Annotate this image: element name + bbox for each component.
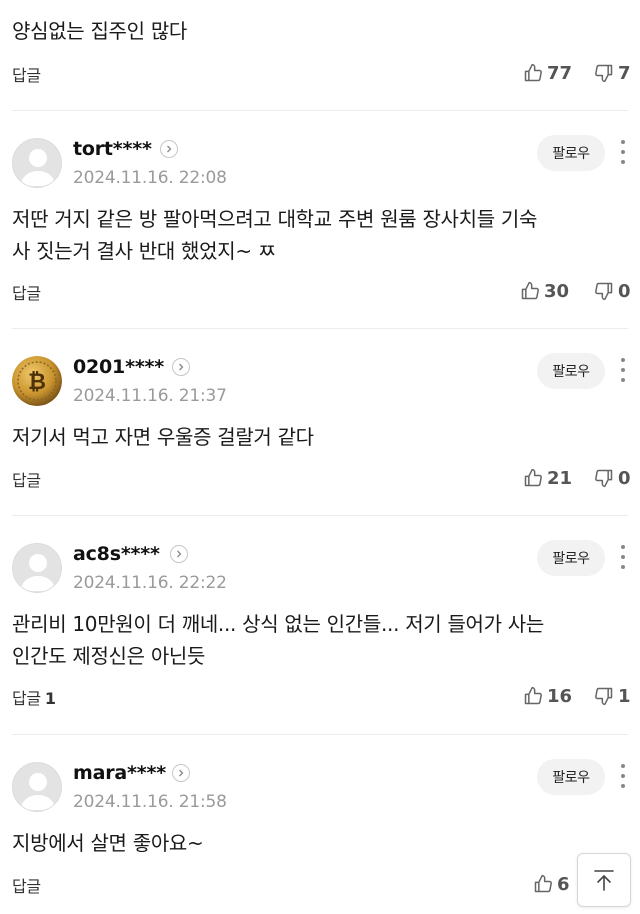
dislike-count: 0	[618, 280, 631, 302]
dislike-button[interactable]: 0	[594, 276, 631, 306]
dislike-count: 1	[618, 685, 631, 707]
username[interactable]: 0201****	[73, 356, 164, 378]
dislike-button[interactable]: 1	[594, 681, 631, 711]
comment-text-line: 사 짓는거 결사 반대 했었지~ ㅉ	[12, 239, 276, 263]
divider	[12, 328, 628, 329]
username[interactable]: mara****	[73, 762, 166, 784]
reply-count: 1	[44, 689, 56, 708]
comment-footer: 답글 6	[0, 869, 640, 899]
more-vertical-icon[interactable]	[616, 356, 630, 384]
bitcoin-icon: ₿	[12, 356, 62, 406]
default-avatar-icon[interactable]	[12, 762, 62, 812]
comment-text: 양심없는 집주인 많다	[12, 19, 188, 43]
thumbs-down-icon	[595, 282, 613, 301]
thumbs-up-icon	[524, 468, 542, 487]
reply-label: 답글	[12, 689, 41, 708]
like-button[interactable]: 77	[523, 58, 572, 88]
default-avatar-icon[interactable]	[12, 543, 62, 593]
reply-label: 답글	[12, 877, 41, 896]
like-button[interactable]: 6	[533, 869, 570, 899]
thumbs-up-icon	[524, 63, 542, 82]
timestamp: 2024.11.16. 22:08	[73, 168, 227, 188]
thumbs-up-icon	[521, 281, 539, 300]
comment-footer: 답글 77 7	[0, 58, 640, 88]
like-count: 30	[544, 280, 570, 302]
dislike-button[interactable]: 0	[594, 463, 631, 493]
more-vertical-icon[interactable]	[616, 543, 630, 571]
reply-label: 답글	[12, 284, 41, 303]
username[interactable]: ac8s****	[73, 543, 160, 565]
thumbs-down-icon	[595, 469, 613, 488]
reply-button[interactable]: 답글	[12, 280, 41, 304]
dislike-count: 0	[618, 467, 631, 489]
like-count: 16	[547, 685, 573, 707]
comment-footer: 답글 1 16 1	[0, 681, 640, 711]
comment-text-line: 지방에서 살면 좋아요~	[12, 831, 204, 855]
follow-button[interactable]: 팔로우	[537, 540, 605, 576]
dislike-count: 7	[618, 62, 631, 84]
comment-text-line: 관리비 10만원이 더 깨네... 상식 없는 인간들... 저기 들어가 사는	[12, 612, 545, 636]
chevron-right-icon[interactable]	[172, 358, 190, 376]
comment-text-line: 저기서 먹고 자면 우울증 걸랄거 같다	[12, 425, 314, 449]
thumbs-down-icon	[595, 687, 613, 706]
like-button[interactable]: 16	[523, 681, 572, 711]
reply-label: 답글	[12, 66, 41, 85]
thumbs-up-icon	[524, 686, 542, 705]
comment-text-line: 저딴 거지 같은 방 팔아먹으려고 대학교 주변 원룸 장사치들 기숙	[12, 207, 538, 231]
chevron-right-icon[interactable]	[172, 764, 190, 782]
thumbs-down-icon	[595, 64, 613, 83]
arrow-up-icon	[594, 870, 614, 891]
comment-text-line: 인간도 제정신은 아닌듯	[12, 644, 206, 668]
like-count: 21	[547, 467, 573, 489]
reply-button[interactable]: 답글	[12, 62, 41, 86]
username[interactable]: tort****	[73, 138, 152, 160]
like-button[interactable]: 21	[523, 463, 572, 493]
follow-button[interactable]: 팔로우	[537, 353, 605, 389]
comment-item: 양심없는 집주인 많다 답글 77 7	[0, 0, 640, 110]
chevron-right-icon[interactable]	[170, 545, 188, 563]
chevron-right-icon[interactable]	[160, 140, 178, 158]
divider	[12, 515, 628, 516]
follow-button[interactable]: 팔로우	[537, 759, 605, 795]
reply-button[interactable]: 답글	[12, 873, 41, 897]
reply-label: 답글	[12, 471, 41, 490]
reply-button[interactable]: 답글	[12, 467, 41, 491]
scroll-top-button[interactable]	[577, 853, 631, 907]
like-count: 77	[547, 62, 573, 84]
reply-button[interactable]: 답글 1	[12, 685, 56, 709]
divider	[12, 110, 628, 111]
like-button[interactable]: 30	[520, 276, 569, 306]
comment-footer: 답글 30 0	[0, 276, 640, 306]
bitcoin-avatar[interactable]: ₿	[12, 356, 62, 406]
thumbs-up-icon	[534, 874, 552, 893]
timestamp: 2024.11.16. 21:37	[73, 386, 227, 406]
dislike-button[interactable]: 7	[594, 58, 631, 88]
follow-button[interactable]: 팔로우	[537, 135, 605, 171]
more-vertical-icon[interactable]	[616, 138, 630, 166]
default-avatar-icon[interactable]	[12, 138, 62, 188]
timestamp: 2024.11.16. 21:58	[73, 792, 227, 812]
divider	[12, 734, 628, 735]
svg-text:₿: ₿	[28, 370, 46, 395]
more-vertical-icon[interactable]	[616, 762, 630, 790]
comment-footer: 답글 21 0	[0, 463, 640, 493]
like-count: 6	[557, 873, 570, 895]
timestamp: 2024.11.16. 22:22	[73, 573, 227, 593]
